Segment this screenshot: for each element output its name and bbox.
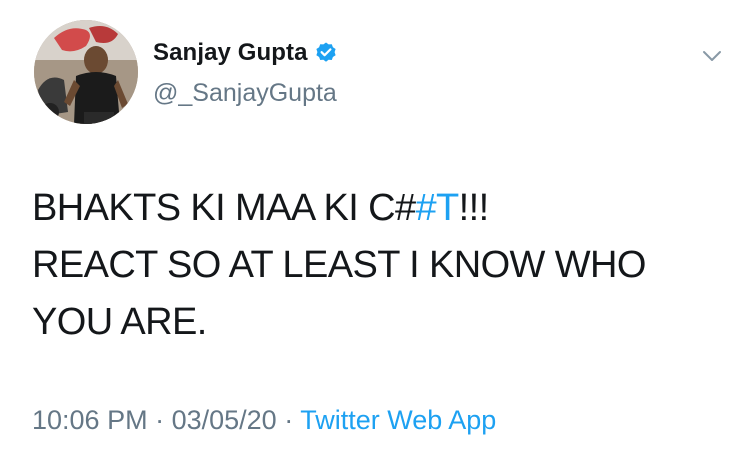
tweet-text: BHAKTS KI MAA KI C##T!!! REACT SO AT LEA… bbox=[32, 180, 722, 351]
tweet-source-link[interactable]: Twitter Web App bbox=[300, 405, 496, 435]
chevron-down-icon[interactable] bbox=[700, 44, 724, 68]
tweet-time[interactable]: 10:06 PM bbox=[32, 405, 148, 435]
user-handle[interactable]: @_SanjayGupta bbox=[153, 79, 337, 108]
tweet-card: Sanjay Gupta @_SanjayGupta BHAKTS KI MAA… bbox=[0, 0, 746, 450]
tweet-text-segment: !!! bbox=[458, 187, 489, 229]
hashtag-link[interactable]: #T bbox=[416, 187, 460, 229]
avatar[interactable] bbox=[34, 20, 138, 124]
tweet-text-line-2: REACT SO AT LEAST I KNOW WHO bbox=[32, 244, 646, 286]
tweet-text-segment: BHAKTS KI MAA KI C# bbox=[32, 187, 416, 229]
meta-separator: · bbox=[147, 405, 172, 435]
tweet-metadata: 10:06 PM · 03/05/20 · Twitter Web App bbox=[32, 405, 496, 436]
tweet-date[interactable]: 03/05/20 bbox=[172, 405, 277, 435]
verified-badge-icon bbox=[314, 41, 338, 65]
tweet-text-line-1: BHAKTS KI MAA KI C##T!!! bbox=[32, 180, 722, 237]
display-name[interactable]: Sanjay Gupta bbox=[153, 39, 308, 67]
profile-photo-icon bbox=[34, 20, 138, 124]
author-name-row[interactable]: Sanjay Gupta bbox=[153, 37, 338, 69]
meta-separator: · bbox=[276, 405, 301, 435]
tweet-text-line-3: YOU ARE. bbox=[32, 301, 207, 343]
